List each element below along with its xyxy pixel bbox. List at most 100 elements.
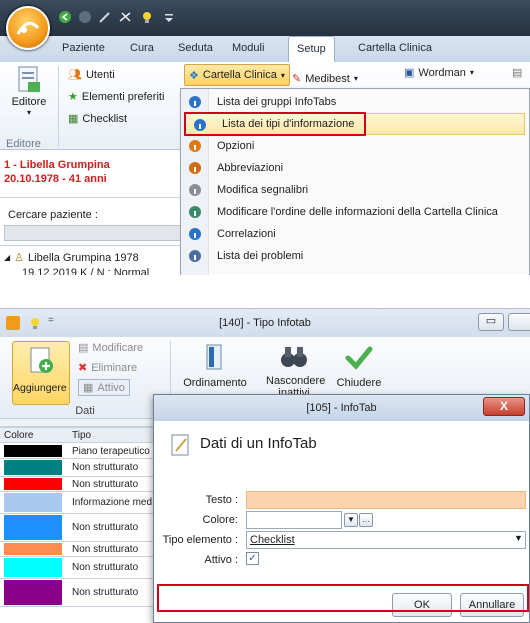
tree-root-item[interactable]: ◢ ♙ Libella Grumpina 1978 bbox=[4, 251, 139, 265]
colore-dropdown-button[interactable]: ▼ bbox=[344, 513, 358, 527]
utenti-label: Utenti bbox=[85, 68, 115, 81]
menu-item[interactable]: Correlazioni bbox=[181, 223, 529, 245]
nascondere-inattivi-button[interactable]: Nascondere inattivi bbox=[266, 343, 325, 399]
cartella-clinica-label: Cartella Clinica bbox=[202, 69, 277, 81]
tree-child-item[interactable]: 19.12.2019 K / N : Normal bbox=[22, 267, 149, 275]
menu-item[interactable]: Modifica segnalibri bbox=[181, 179, 529, 201]
highlight-frame bbox=[157, 584, 529, 612]
column-header-tipo[interactable]: Tipo bbox=[72, 430, 91, 441]
ribbon-tabs: Paziente Cura Seduta Moduli Setup Cartel… bbox=[0, 36, 530, 63]
search-patient-input[interactable] bbox=[4, 225, 188, 241]
forward-icon[interactable] bbox=[78, 10, 92, 24]
back-icon[interactable] bbox=[58, 10, 72, 24]
lightbulb-icon[interactable] bbox=[140, 10, 154, 24]
maximize-button[interactable] bbox=[508, 313, 530, 331]
minimize-button[interactable]: ▭ bbox=[478, 313, 504, 331]
tab-paziente[interactable]: Paziente bbox=[62, 42, 105, 54]
table-row[interactable]: Non strutturato bbox=[0, 579, 165, 607]
medibest-label: Medibest bbox=[305, 72, 350, 85]
dialog-title: [105] - InfoTab bbox=[306, 402, 377, 414]
quick-access-toolbar bbox=[0, 0, 530, 36]
chiudere-button[interactable]: Chiudere bbox=[334, 343, 384, 389]
tree-root-label: Libella Grumpina 1978 bbox=[28, 251, 139, 264]
cartella-clinica-dropdown[interactable]: ❖ Cartella Clinica ▾ bbox=[184, 64, 290, 86]
dialog-heading: Dati di un InfoTab bbox=[200, 435, 317, 452]
tab-seduta[interactable]: Seduta bbox=[178, 42, 213, 54]
close-button[interactable]: X bbox=[483, 397, 525, 416]
pen-icon[interactable] bbox=[98, 10, 112, 24]
ordinamento-button[interactable]: Ordinamento bbox=[178, 343, 252, 389]
menu-item-label: Modificare l'ordine delle informazioni d… bbox=[217, 206, 498, 218]
add-document-icon bbox=[26, 346, 56, 376]
checklist-button[interactable]: ▦ Checklist bbox=[68, 112, 127, 126]
medibest-icon: ✎ bbox=[292, 73, 302, 85]
app-menu-orb[interactable] bbox=[6, 6, 50, 50]
colore-label: Colore: bbox=[202, 514, 238, 526]
utenti-button[interactable]: 👥︎ Utenti bbox=[68, 68, 115, 82]
checkmark-icon bbox=[345, 343, 373, 371]
colore-input[interactable] bbox=[246, 511, 342, 529]
menu-item[interactable]: Lista dei gruppi InfoTabs bbox=[181, 91, 529, 113]
extra-tool-icon[interactable]: ▤ bbox=[512, 66, 522, 79]
eliminare-button[interactable]: ✖ Eliminare bbox=[78, 361, 138, 375]
column-header-colore[interactable]: Colore bbox=[4, 430, 33, 441]
modificare-button[interactable]: ▤ Modificare bbox=[78, 341, 143, 355]
menu-item[interactable]: Modificare l'ordine delle informazioni d… bbox=[181, 201, 529, 223]
wordman-dropdown[interactable]: ▣ Wordman ▾ bbox=[404, 66, 474, 80]
color-swatch bbox=[4, 478, 62, 490]
tab-cartella-clinica[interactable]: Cartella Clinica bbox=[358, 42, 432, 54]
divider bbox=[0, 197, 190, 198]
color-swatch bbox=[4, 460, 62, 475]
customize-qat-icon[interactable] bbox=[162, 10, 176, 24]
table-row[interactable]: Informazione med bbox=[0, 492, 165, 514]
table-row[interactable]: Non strutturato bbox=[0, 542, 165, 557]
attivo-toggle[interactable]: ▦ Attivo bbox=[78, 379, 130, 396]
tab-cura[interactable]: Cura bbox=[130, 42, 154, 54]
elementi-preferiti-button[interactable]: ★ Elementi preferiti bbox=[68, 90, 165, 104]
color-swatch bbox=[4, 558, 62, 577]
tree-child-label: 19.12.2019 K / N : Normal bbox=[22, 267, 150, 275]
cartella-icon: ❖ bbox=[189, 69, 199, 82]
attivo-icon: ▦ bbox=[83, 382, 94, 394]
tipo-cell: Non strutturato bbox=[72, 522, 139, 533]
attivo-checkbox[interactable]: ✓ bbox=[246, 552, 259, 565]
chiudere-label: Chiudere bbox=[336, 377, 382, 389]
color-swatch bbox=[4, 580, 62, 605]
table-row[interactable]: Non strutturato bbox=[0, 557, 165, 579]
search-patient-label: Cercare paziente : bbox=[8, 209, 98, 221]
colore-picker-button[interactable]: … bbox=[359, 513, 373, 527]
chevron-down-icon[interactable]: ▼ bbox=[514, 533, 524, 547]
tipo-cell: Non strutturato bbox=[72, 543, 139, 555]
users-icon: 👥︎ bbox=[68, 69, 82, 81]
star-icon: ★ bbox=[68, 91, 78, 103]
table-row[interactable]: Non strutturato bbox=[0, 477, 165, 492]
close-icon: X bbox=[499, 399, 508, 413]
tipo-cell: Piano terapeutico bbox=[72, 445, 150, 457]
info-icon bbox=[188, 227, 202, 241]
medibest-dropdown[interactable]: ✎ Medibest ▾ bbox=[292, 72, 358, 86]
binoculars-icon bbox=[279, 343, 309, 371]
eliminare-label: Eliminare bbox=[91, 361, 138, 374]
table-row[interactable]: Non strutturato bbox=[0, 459, 165, 477]
menu-item[interactable]: Opzioni bbox=[181, 135, 529, 157]
tab-setup[interactable]: Setup bbox=[288, 36, 335, 63]
chevron-down-icon: ▾ bbox=[469, 68, 474, 77]
table-row[interactable]: Piano terapeutico bbox=[0, 444, 165, 459]
aggiungere-button[interactable]: Aggiungere bbox=[12, 341, 70, 405]
color-swatch bbox=[4, 543, 62, 555]
bookmark-icon bbox=[188, 183, 202, 197]
menu-item[interactable]: Abbreviazioni bbox=[181, 157, 529, 179]
menu-item[interactable]: Lista dei problemi bbox=[181, 245, 529, 267]
tab-moduli[interactable]: Moduli bbox=[232, 42, 264, 54]
info-icon bbox=[188, 95, 202, 109]
window-title: [140] - Tipo Infotab bbox=[219, 317, 311, 329]
editor-button[interactable]: Editore ▾ bbox=[8, 66, 50, 117]
tools-icon[interactable] bbox=[118, 10, 132, 24]
dialog-titlebar: [105] - InfoTab bbox=[154, 395, 529, 421]
tipo-elemento-select[interactable]: Checklist bbox=[246, 531, 526, 549]
elementi-preferiti-label: Elementi preferiti bbox=[81, 90, 165, 103]
patient-panel: 1 - Libella Grumpina 20.10.1978 - 41 ann… bbox=[0, 151, 190, 275]
testo-input[interactable] bbox=[246, 491, 526, 509]
table-row[interactable]: Non strutturato bbox=[0, 514, 165, 542]
menu-item-label: Lista dei gruppi InfoTabs bbox=[217, 96, 337, 108]
